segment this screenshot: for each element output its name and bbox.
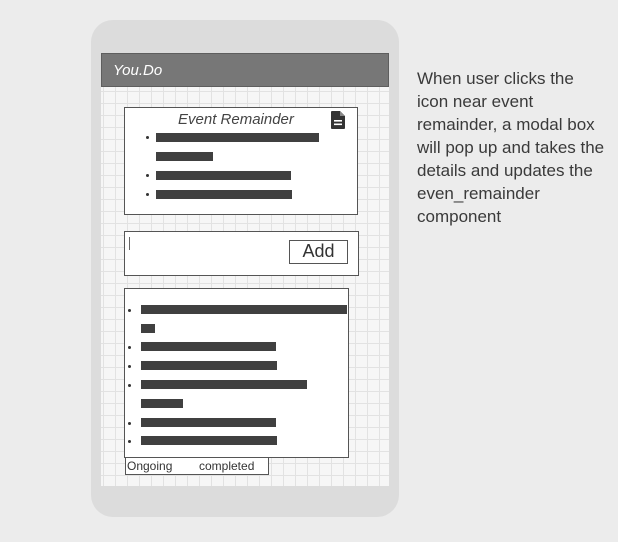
- list-item[interactable]: [141, 342, 276, 351]
- event-item-placeholder: [156, 190, 292, 199]
- event-reminder-title: Event Remainder: [178, 111, 294, 128]
- task-list[interactable]: [124, 288, 349, 458]
- list-item[interactable]: [141, 436, 277, 445]
- document-icon[interactable]: [331, 111, 345, 129]
- app-title: You.Do: [113, 62, 163, 79]
- list-item[interactable]: [141, 380, 307, 389]
- app-bar: You.Do: [101, 53, 389, 87]
- list-item[interactable]: [141, 324, 155, 333]
- list-item[interactable]: [141, 418, 276, 427]
- bullet: [128, 309, 131, 312]
- add-button[interactable]: Add: [289, 240, 348, 264]
- list-item[interactable]: [141, 399, 183, 408]
- bullet: [128, 365, 131, 368]
- event-item-placeholder: [156, 133, 319, 142]
- tab-completed[interactable]: completed: [199, 459, 254, 473]
- status-tabs: Ongoing completed: [125, 457, 269, 475]
- event-item-placeholder: [156, 171, 291, 180]
- event-item-placeholder: [156, 152, 213, 161]
- bullet: [146, 193, 149, 196]
- bullet: [128, 384, 131, 387]
- annotation-note: When user clicks the icon near event rem…: [417, 69, 605, 226]
- task-input[interactable]: Add: [124, 231, 359, 276]
- tab-ongoing[interactable]: Ongoing: [127, 459, 172, 473]
- bullet: [128, 346, 131, 349]
- list-item[interactable]: [141, 305, 347, 314]
- event-reminder-card: Event Remainder: [124, 107, 358, 215]
- list-item[interactable]: [141, 361, 277, 370]
- bullet: [146, 136, 149, 139]
- bullet: [128, 440, 131, 443]
- bullet: [128, 422, 131, 425]
- bullet: [146, 174, 149, 177]
- text-caret: [129, 237, 130, 250]
